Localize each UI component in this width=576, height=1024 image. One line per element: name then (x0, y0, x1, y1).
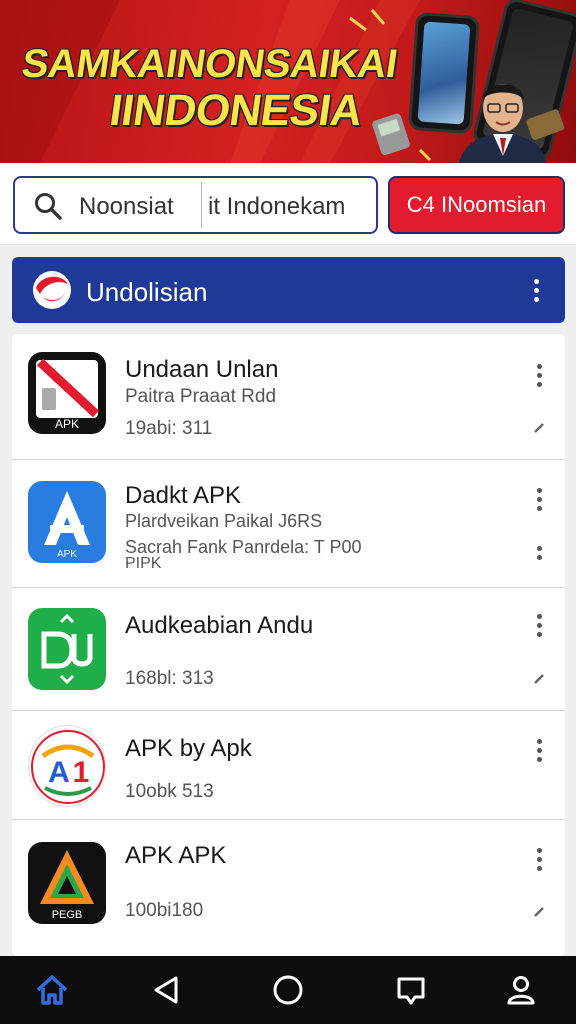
item-menu-icon[interactable] (537, 488, 543, 512)
promo-banner[interactable]: SAMKAINONSAIKAI IINDONESIA (0, 0, 576, 163)
list-item[interactable]: APK Dadkt APK Plardveikan Paikal J6RS Sa… (12, 460, 565, 588)
app-list: APK Undaan Unlan Paitra Praaat Rdd 19abi… (12, 334, 565, 956)
svg-text:APK: APK (57, 549, 77, 560)
app-subtitle: PIPK (125, 555, 162, 572)
item-menu-icon[interactable] (537, 848, 543, 872)
list-item[interactable]: APK Undaan Unlan Paitra Praaat Rdd 19abi… (12, 334, 565, 460)
edit-icon[interactable] (533, 906, 545, 918)
item-menu-icon[interactable] (537, 364, 543, 388)
phone-image (372, 113, 410, 156)
app-name: APK APK (125, 842, 227, 869)
brand-logo-icon (33, 271, 71, 309)
list-item[interactable]: A 1 APK by Apk 10obk 513 (12, 711, 565, 820)
apk-red-slash-icon: APK (28, 352, 106, 434)
svg-text:PEGB: PEGB (52, 909, 83, 921)
apk-green-du-icon (28, 608, 106, 690)
edit-icon[interactable] (533, 673, 545, 685)
search-button[interactable]: C4 INoomsian (388, 176, 565, 234)
search-text-right: it Indonekam (208, 193, 346, 220)
home-icon[interactable] (34, 972, 70, 1008)
bottom-navigation (0, 956, 576, 1024)
search-text-left: Noonsiat (79, 193, 174, 220)
app-meta: 19abi: 311 (125, 418, 213, 439)
app-name: Audkeabian Andu (125, 612, 314, 639)
section-title: Undolisian (86, 277, 208, 307)
section-header: Undolisian (12, 257, 565, 323)
app-name: APK by Apk (125, 735, 252, 762)
svg-text:1: 1 (73, 756, 90, 789)
apk-blue-a-icon: APK (28, 481, 106, 563)
search-divider (201, 182, 202, 228)
app-meta: 100bi180 (125, 900, 204, 921)
section-menu-icon[interactable] (534, 279, 540, 303)
app-subtitle: Plardveikan Paikal J6RS (125, 511, 323, 531)
item-menu-icon[interactable] (537, 614, 543, 638)
app-meta: 168bl: 313 (125, 668, 214, 689)
item-menu-icon[interactable] (537, 739, 543, 763)
profile-icon[interactable] (503, 972, 539, 1008)
item-more-icon[interactable] (537, 546, 543, 560)
list-item[interactable]: PEGB APK APK 100bi180 (12, 820, 565, 956)
recents-icon[interactable] (393, 972, 429, 1008)
app-meta: 10obk 513 (125, 781, 214, 802)
apk-triangle-icon: PEGB (28, 842, 106, 924)
edit-icon[interactable] (533, 422, 545, 434)
money-image (526, 109, 565, 140)
back-icon[interactable] (148, 972, 184, 1008)
search-icon (35, 193, 62, 220)
app-subtitle: Paitra Praaat Rdd (125, 386, 277, 407)
circle-home-icon[interactable] (270, 972, 306, 1008)
banner-title-line1: SAMKAINONSAIKAI (18, 42, 400, 86)
list-item[interactable]: Audkeabian Andu 168bl: 313 (12, 588, 565, 711)
svg-text:APK: APK (55, 417, 79, 431)
search-bar-row: Noonsiat it Indonekam C4 INoomsian (0, 163, 576, 245)
banner-title-line2: IINDONESIA (106, 86, 366, 135)
apk-a1-badge-icon: A 1 (28, 725, 106, 807)
search-input[interactable]: Noonsiat it Indonekam (13, 176, 378, 234)
svg-text:A: A (48, 756, 70, 789)
app-name: Undaan Unlan (125, 356, 279, 383)
app-name: Dadkt APK (125, 482, 242, 509)
